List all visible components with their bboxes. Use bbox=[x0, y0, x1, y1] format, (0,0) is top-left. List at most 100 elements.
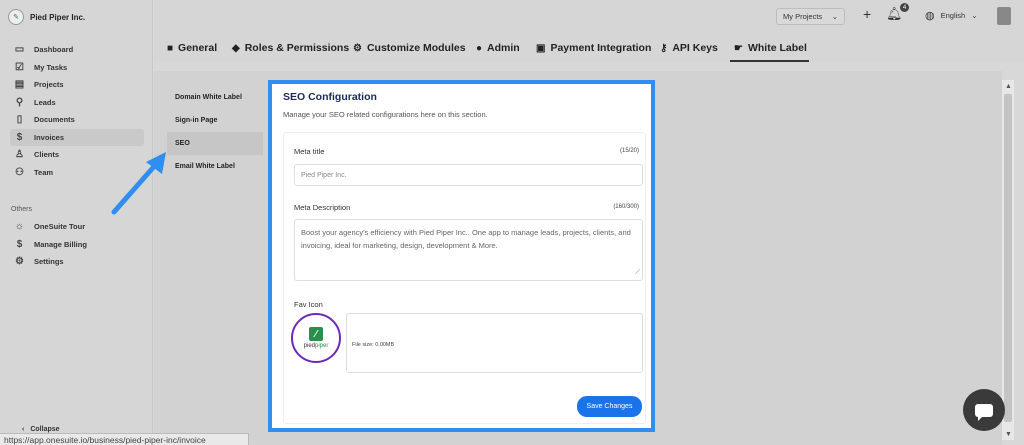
white-label-submenu: Domain White Label Sign-in Page SEO Emai… bbox=[167, 86, 263, 178]
sidebar-item-label: Leads bbox=[34, 97, 56, 107]
wordmark-part: pied bbox=[303, 343, 315, 349]
chat-button[interactable] bbox=[963, 389, 1005, 431]
collapse-button[interactable]: ‹ Collapse bbox=[22, 426, 60, 433]
gear-icon: ⚙ bbox=[353, 42, 362, 54]
tab-label: Customize Modules bbox=[366, 42, 466, 54]
tab-label: General bbox=[178, 42, 218, 54]
dollar-icon: $ bbox=[16, 238, 23, 250]
scroll-down-icon[interactable]: ▼ bbox=[1005, 431, 1012, 438]
brand-logo: ✎ bbox=[8, 9, 24, 25]
scroll-up-icon[interactable]: ▲ bbox=[1005, 83, 1012, 90]
leads-icon: ⚲ bbox=[15, 96, 24, 108]
sidebar-item-label: Clients bbox=[34, 150, 60, 160]
fav-icon-upload-box[interactable]: File size: 0.00MB bbox=[346, 313, 643, 373]
topbar: My Projects ⌄ + 🔔︎ 4 ◍ English ⌄ bbox=[154, 0, 1024, 33]
sidebar-item-label: Settings bbox=[34, 257, 64, 267]
sidebar-item-label: Documents bbox=[34, 115, 75, 125]
language-select[interactable]: ◍ English ⌄ bbox=[925, 9, 978, 22]
notification-badge: 4 bbox=[900, 3, 909, 12]
payment-icon: ▣ bbox=[536, 42, 546, 54]
tab-payment-integration[interactable]: ▣ Payment Integration bbox=[536, 42, 651, 54]
sidebar-item-dashboard[interactable]: ▭ Dashboard bbox=[10, 41, 144, 59]
status-bar-url: https://app.onesuite.io/business/pied-pi… bbox=[0, 433, 249, 445]
submenu-domain-white-label[interactable]: Domain White Label bbox=[167, 86, 263, 109]
meta-description-textarea[interactable]: Boost your agency's efficiency with Pied… bbox=[294, 219, 643, 281]
save-changes-button[interactable]: Save Changes bbox=[577, 396, 642, 417]
others-section-label: Others bbox=[11, 206, 33, 213]
dashboard-icon: ▭ bbox=[14, 44, 25, 56]
projects-icon: ▤ bbox=[14, 79, 25, 91]
globe-icon: ◍ bbox=[925, 10, 935, 22]
briefcase-icon: ■ bbox=[167, 42, 174, 54]
sidebar-item-label: Dashboard bbox=[34, 45, 74, 55]
fav-logo-wordmark: piedpiper bbox=[304, 343, 329, 349]
brand[interactable]: ✎ Pied Piper Inc. bbox=[8, 9, 85, 25]
chevron-down-icon: ⌄ bbox=[831, 12, 838, 21]
sidebar-item-label: My Tasks bbox=[34, 62, 68, 72]
language-value: English bbox=[940, 11, 966, 20]
sidebar-item-manage-billing[interactable]: $ Manage Billing bbox=[10, 236, 144, 254]
scroll-thumb[interactable] bbox=[1004, 94, 1012, 422]
meta-title-count: (15/20) bbox=[619, 148, 639, 154]
sidebar-item-label: Projects bbox=[34, 80, 64, 90]
meta-description-count: (160/300) bbox=[613, 204, 639, 210]
wordmark-part: piper bbox=[315, 343, 329, 349]
meta-title-label: Meta title bbox=[294, 147, 325, 156]
key-icon: ⚷ bbox=[660, 42, 668, 54]
sidebar-item-label: Invoices bbox=[34, 132, 65, 142]
chat-icon bbox=[975, 403, 993, 421]
sidebar-item-settings[interactable]: ⚙ Settings bbox=[10, 253, 144, 271]
seo-configuration-panel: SEO Configuration Manage your SEO relate… bbox=[268, 80, 655, 432]
meta-description-value: Boost your agency's efficiency with Pied… bbox=[301, 228, 631, 250]
sidebar-item-leads[interactable]: ⚲ Leads bbox=[10, 94, 144, 112]
tab-customize-modules[interactable]: ⚙ Customize Modules bbox=[353, 42, 466, 54]
scrollbar[interactable]: ▲ ▼ bbox=[1002, 80, 1014, 440]
team-icon: ⚇ bbox=[15, 166, 24, 178]
sidebar-item-my-tasks[interactable]: ☑ My Tasks bbox=[10, 59, 144, 77]
sidebar-item-onesuite-tour[interactable]: ☼ OneSuite Tour bbox=[10, 218, 144, 236]
tour-icon: ☼ bbox=[14, 221, 25, 233]
sidebar-item-documents[interactable]: ▯ Documents bbox=[10, 111, 144, 129]
file-size-text: File size: 0.00MB bbox=[352, 342, 395, 348]
white-label-icon: ☛ bbox=[734, 42, 743, 54]
meta-description-label: Meta Description bbox=[294, 203, 351, 212]
project-select[interactable]: My Projects ⌄ bbox=[776, 8, 845, 25]
pied-piper-logo-icon: ⁄ bbox=[309, 327, 323, 341]
plus-icon[interactable]: + bbox=[863, 6, 871, 22]
submenu-seo[interactable]: SEO bbox=[167, 132, 263, 155]
panel-subtitle: Manage your SEO related configurations h… bbox=[283, 110, 488, 119]
tab-label: Roles & Permissions bbox=[244, 42, 350, 54]
panel-title: SEO Configuration bbox=[283, 91, 377, 103]
sidebar-item-invoices[interactable]: $ Invoices bbox=[10, 128, 144, 146]
settings-tabs: ■ General ◆ Roles & Permissions ⚙ Custom… bbox=[154, 33, 1024, 63]
shield-icon: ◆ bbox=[232, 42, 240, 54]
sidebar-item-label: Manage Billing bbox=[34, 239, 87, 249]
sidebar-item-projects[interactable]: ▤ Projects bbox=[10, 76, 144, 94]
gear-icon: ⚙ bbox=[15, 256, 24, 268]
tab-roles-permissions[interactable]: ◆ Roles & Permissions bbox=[232, 42, 349, 54]
tab-label: White Label bbox=[747, 42, 807, 54]
annotation-arrow bbox=[111, 152, 166, 215]
fav-icon-preview[interactable]: ⁄ piedpiper bbox=[291, 313, 341, 363]
clients-icon: ♙ bbox=[15, 149, 24, 161]
tab-label: Payment Integration bbox=[550, 42, 652, 54]
sidebar-others: ☼ OneSuite Tour $ Manage Billing ⚙ Setti… bbox=[10, 218, 144, 271]
chevron-down-icon: ⌄ bbox=[971, 11, 978, 20]
tab-label: API Keys bbox=[672, 42, 718, 54]
tab-general[interactable]: ■ General bbox=[167, 42, 217, 54]
tasks-icon: ☑ bbox=[15, 61, 24, 73]
documents-icon: ▯ bbox=[16, 114, 23, 126]
meta-title-input[interactable]: Pied Piper Inc. bbox=[294, 164, 643, 186]
submenu-email-white-label[interactable]: Email White Label bbox=[167, 155, 263, 178]
tab-white-label[interactable]: ☛ White Label bbox=[734, 42, 807, 54]
sidebar-item-label: Team bbox=[34, 167, 54, 177]
tab-admin[interactable]: ● Admin bbox=[476, 42, 520, 54]
sidebar-item-label: OneSuite Tour bbox=[34, 222, 86, 232]
submenu-sign-in-page[interactable]: Sign-in Page bbox=[167, 109, 263, 132]
resize-handle-icon[interactable]: ⟋ bbox=[635, 266, 640, 279]
active-tab-indicator bbox=[730, 60, 809, 62]
tab-api-keys[interactable]: ⚷ API Keys bbox=[660, 42, 718, 54]
avatar[interactable] bbox=[997, 7, 1011, 25]
admin-icon: ● bbox=[476, 42, 483, 54]
sidebar: ✎ Pied Piper Inc. ▭ Dashboard ☑ My Tasks… bbox=[0, 0, 153, 445]
